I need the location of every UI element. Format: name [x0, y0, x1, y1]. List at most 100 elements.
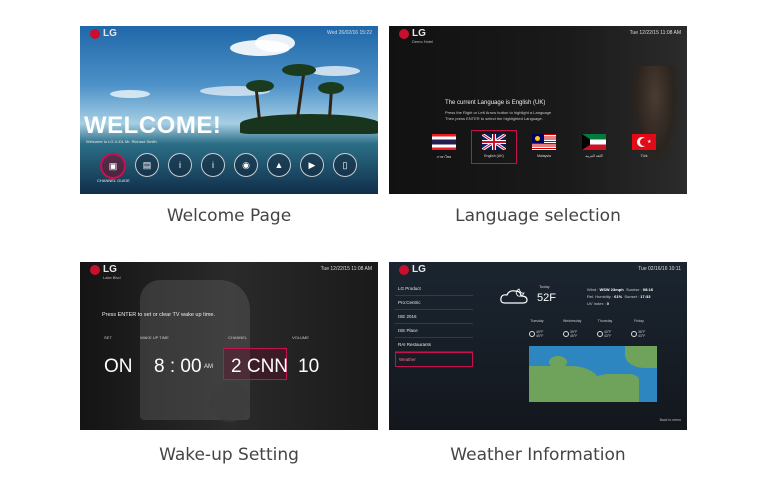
- uv-label: UV Index: [587, 301, 604, 306]
- menu-item[interactable]: ISE 2016: [395, 310, 473, 324]
- forecast-cell: 36°F 43°F: [631, 330, 647, 338]
- flag-label: English (UK): [484, 154, 504, 158]
- brand-text: LG: [412, 28, 426, 39]
- lg-logo-icon: [399, 264, 409, 275]
- humidity-label: Rel. Humidity: [587, 294, 611, 299]
- menu-item[interactable]: RAI Restaurants: [395, 338, 473, 352]
- forecast-temps: 40°F 45°F 39°F 45°F 40°F 43°F 36°F 43°F: [529, 330, 647, 338]
- menu-item[interactable]: ISE Place: [395, 324, 473, 338]
- sunset-value: 17:33: [640, 294, 651, 299]
- cloud: [110, 90, 150, 98]
- shirt-icon[interactable]: ▲: [267, 153, 291, 177]
- forecast-day: Thursday: [597, 319, 613, 323]
- flag-thailand[interactable]: ภาษาไทย: [425, 134, 463, 160]
- wakeup-set-value[interactable]: ON: [104, 356, 133, 378]
- wakeup-time-value[interactable]: 8 : 00: [154, 356, 202, 378]
- sunrise-label: Sunrise: [625, 287, 640, 292]
- brand-text: LG: [412, 264, 426, 275]
- phone-icon[interactable]: ▯: [333, 153, 357, 177]
- menu-item[interactable]: LG Product: [395, 282, 473, 296]
- uk-flag-icon: [482, 134, 506, 150]
- main-menu-icons: ▣ ▤ i i ◉ ▲ ▶ ▯: [100, 153, 357, 179]
- flag-uk[interactable]: English (UK): [471, 130, 517, 164]
- flag-kuwait[interactable]: اللغة العربية: [575, 134, 613, 160]
- map-land: [589, 374, 639, 402]
- lg-logo: LG: [90, 28, 117, 39]
- forecast-temp: 36°F 43°F: [637, 330, 646, 338]
- forecast-temp: 40°F 45°F: [535, 330, 544, 338]
- cloud-icon: [597, 331, 603, 337]
- forecast-day: Tuesday: [530, 319, 544, 323]
- palm-tree: [296, 70, 306, 119]
- brand-subtitle: Demo Hotel: [412, 39, 434, 44]
- welcome-screen: LG Wed 26/02/16 15:22 WELCOME! Welcome t…: [80, 26, 378, 194]
- flag-malaysia[interactable]: Malaysia: [525, 134, 563, 160]
- menu-item[interactable]: Pro:Centric: [395, 296, 473, 310]
- weather-stats: Wind : WSW 23mph Sunrise : 08:16 Rel. Hu…: [587, 286, 653, 307]
- cloud-icon: [529, 331, 535, 337]
- forecast-cell: 40°F 43°F: [597, 330, 613, 338]
- sunset-label: Sunset: [624, 294, 637, 299]
- kuwait-flag-icon: [582, 134, 606, 150]
- language-hint: Press the Right or Left Arrow button to …: [445, 110, 551, 122]
- palm-leaves: [282, 64, 316, 76]
- flag-turkey[interactable]: ★ Türk: [625, 134, 663, 160]
- star-icon: ★: [647, 139, 652, 145]
- caption-welcome: Welcome Page: [166, 206, 292, 226]
- caption-language: Language selection: [455, 206, 621, 226]
- header-channel: CHANNEL: [228, 335, 248, 340]
- media-icon[interactable]: ▶: [300, 153, 324, 177]
- weather-map: [529, 346, 657, 402]
- wakeup-hint: Press ENTER to set or clear TV wake up t…: [102, 312, 215, 318]
- flag-label: Malaysia: [537, 154, 551, 158]
- wakeup-channel-value[interactable]: 2 CNN: [231, 356, 288, 378]
- crescent: [535, 136, 540, 141]
- back-to-menu[interactable]: Back to menu: [660, 418, 681, 422]
- lg-logo-icon: [90, 28, 100, 39]
- today-label: Today: [539, 284, 550, 289]
- humidity-value: 61%: [614, 294, 623, 299]
- flag-label: ภาษาไทย: [436, 155, 452, 159]
- brand-subtitle: Lake Blvd: [103, 275, 121, 280]
- forecast-cell: 40°F 45°F: [529, 330, 545, 338]
- lg-logo: LG: [399, 28, 426, 39]
- datetime: Wed 26/02/16 15:22: [327, 30, 372, 36]
- header-wakeup-time: WAKE UP TIME: [140, 335, 169, 340]
- language-screen: LG Demo Hotel Tue 12/22/15 11:08 AM The …: [389, 26, 687, 194]
- globe-icon[interactable]: ◉: [234, 153, 258, 177]
- map-land: [549, 356, 567, 368]
- tv-guide-icon[interactable]: ▣: [100, 153, 126, 179]
- turkey-flag-icon: ★: [632, 134, 656, 150]
- menu-item-weather[interactable]: Weather: [395, 352, 473, 367]
- welcome-headline: WELCOME!: [84, 112, 222, 139]
- flag-label: اللغة العربية: [585, 154, 603, 158]
- wakeup-ampm[interactable]: AM: [204, 364, 213, 370]
- forecast-days: Tuesday Wednesday Thursday Friday: [529, 319, 647, 323]
- caption-wakeup: Wake-up Setting: [159, 445, 299, 465]
- document-icon[interactable]: ▤: [135, 153, 159, 177]
- header-set: SET: [104, 335, 112, 340]
- cloud: [255, 34, 295, 52]
- datetime: Tue 12/22/15 11:08 AM: [320, 266, 372, 272]
- forecast-day: Wednesday: [563, 319, 582, 323]
- uv-value: 0: [606, 301, 610, 306]
- flag-label: Türk: [640, 154, 648, 158]
- header-volume: VOLUME: [292, 335, 309, 340]
- weather-side-menu: LG Product Pro:Centric ISE 2016 ISE Plac…: [395, 282, 473, 367]
- info-icon[interactable]: i: [201, 153, 225, 177]
- lg-logo-icon: [90, 264, 100, 275]
- datetime: Tue 12/22/15 11:08 AM: [629, 30, 681, 36]
- caption-weather: Weather Information: [450, 445, 626, 465]
- brand-text: LG: [103, 264, 117, 275]
- datetime: Tue 02/16/16 10:11: [638, 266, 681, 272]
- welcome-subtext: Welcome to LG U-DL Mr. Richard Smith: [86, 139, 157, 144]
- sunrise-value: 08:16: [642, 287, 654, 292]
- wind-label: Wind: [587, 287, 597, 292]
- info-icon[interactable]: i: [168, 153, 192, 177]
- palm-leaves: [318, 82, 344, 94]
- cloud-icon: [563, 331, 569, 337]
- humidity-row: Rel. Humidity : 61% Sunset : 17:33: [587, 294, 651, 299]
- brand-text: LG: [103, 28, 117, 39]
- wakeup-volume-value[interactable]: 10: [298, 356, 319, 378]
- background-wheel: [210, 382, 250, 422]
